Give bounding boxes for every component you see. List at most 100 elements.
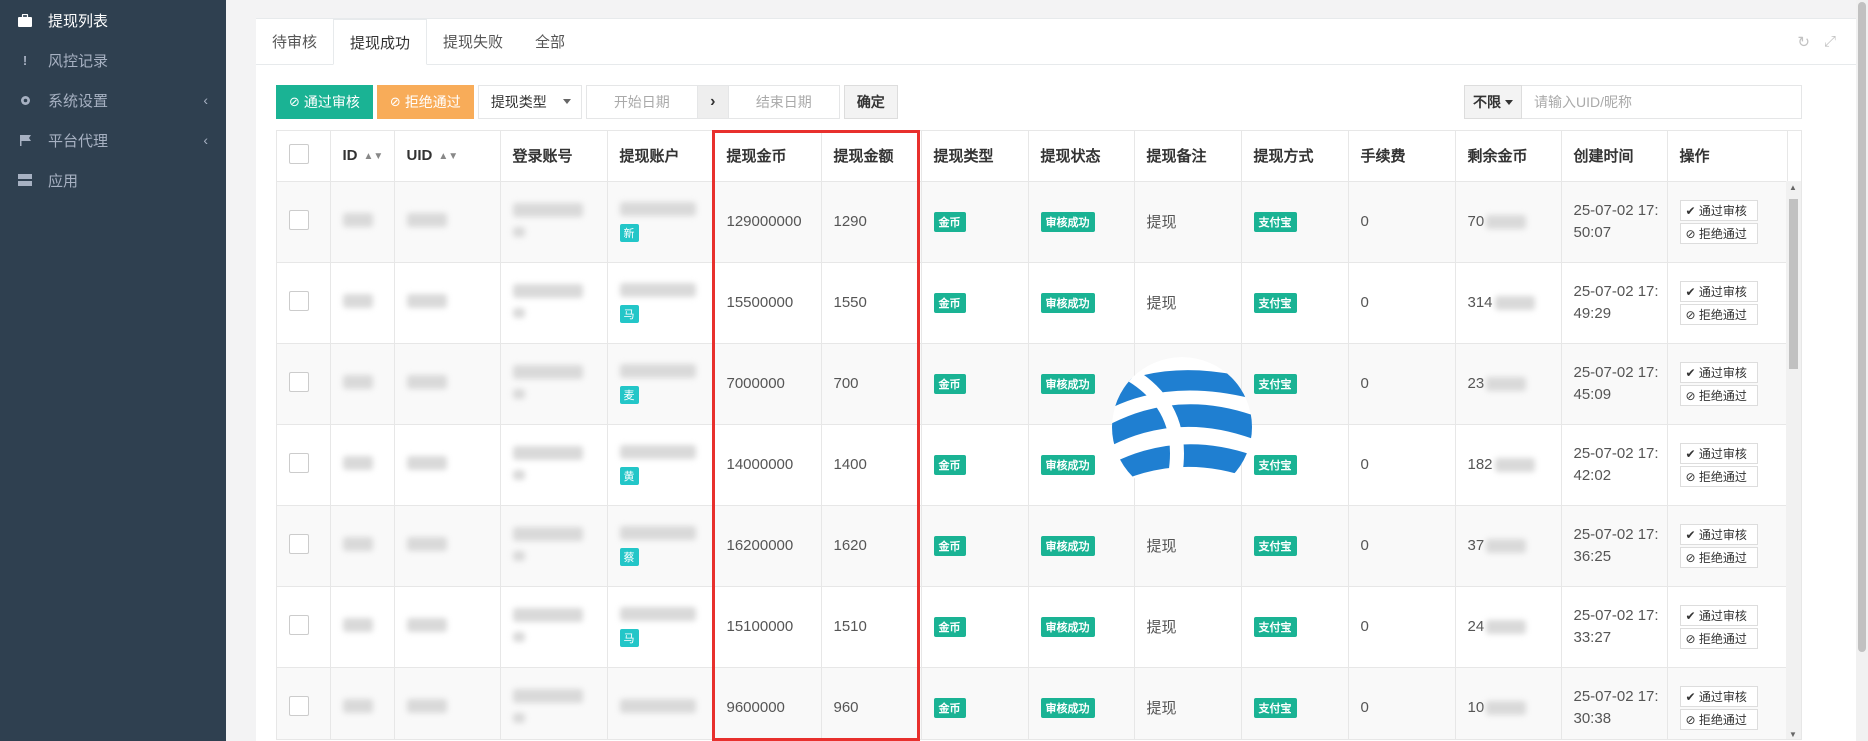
amount-cell: 700 bbox=[821, 343, 922, 425]
row-reject-button[interactable]: ⊘ 拒绝通过 bbox=[1679, 222, 1758, 244]
table-row[interactable]: 蔡 16200000 1620 金币 审核成功 提现 支付宝 0 37 25-0… bbox=[277, 505, 1788, 587]
created-cell: 25-07-02 17: 42:02 bbox=[1561, 424, 1668, 506]
col-note: 提现备注 bbox=[1134, 131, 1242, 182]
row-reject-button[interactable]: ⊘ 拒绝通过 bbox=[1679, 465, 1758, 487]
table-row[interactable]: 马 15100000 1510 金币 审核成功 提现 支付宝 0 24 25-0… bbox=[277, 586, 1788, 668]
sidebar-item-withdraw-list[interactable]: 提现列表 bbox=[0, 0, 226, 40]
tab-bar: 待审核 提现成功 提现失败 全部 ↻ ⤢ bbox=[256, 19, 1856, 65]
row-approve-button[interactable]: ✔ 通过审核 bbox=[1679, 685, 1758, 707]
row-approve-button[interactable]: ✔ 通过审核 bbox=[1679, 280, 1758, 302]
status-badge: 审核成功 bbox=[1040, 211, 1095, 232]
row-checkbox[interactable] bbox=[289, 452, 309, 473]
row-approve-button[interactable]: ✔ 通过审核 bbox=[1679, 523, 1758, 545]
remain-cell: 314 bbox=[1455, 262, 1562, 344]
col-account: 提现账户 bbox=[607, 131, 715, 182]
tab-pending[interactable]: 待审核 bbox=[256, 18, 333, 64]
type-cell: 金币 bbox=[921, 424, 1029, 506]
table-header-row: ID ▲▼ UID ▲▼ 登录账号 提现账户 提现金币 提现金额 提现类型 提现状态… bbox=[277, 131, 1788, 182]
table-row[interactable]: 马 15500000 1550 金币 审核成功 提现 支付宝 0 314 25-… bbox=[277, 262, 1788, 344]
refresh-icon[interactable]: ↻ bbox=[1797, 33, 1810, 51]
table-row[interactable]: 新 129000000 1290 金币 审核成功 提现 支付宝 0 70 25-… bbox=[277, 181, 1788, 263]
tab-success[interactable]: 提现成功 bbox=[333, 19, 428, 65]
row-select-cell bbox=[277, 667, 331, 739]
select-all-cell bbox=[277, 131, 331, 182]
page-scrollbar[interactable] bbox=[1856, 0, 1868, 741]
fee-cell: 0 bbox=[1348, 343, 1456, 425]
ban-icon: ⊘ bbox=[389, 94, 401, 109]
uid-cell bbox=[394, 343, 501, 425]
account-badge: 马 bbox=[619, 304, 639, 323]
row-approve-button[interactable]: ✔ 通过审核 bbox=[1679, 361, 1758, 383]
row-checkbox[interactable] bbox=[289, 695, 309, 716]
row-reject-button[interactable]: ⊘ 拒绝通过 bbox=[1679, 627, 1758, 649]
search-scope-dropdown[interactable]: 不限 bbox=[1464, 85, 1522, 119]
type-badge: 金币 bbox=[933, 373, 966, 394]
table-row[interactable]: 9600000 960 金币 审核成功 提现 支付宝 0 10 25-07-02… bbox=[277, 667, 1788, 739]
start-date-input[interactable]: 开始日期 bbox=[585, 85, 698, 119]
row-reject-button[interactable]: ⊘ 拒绝通过 bbox=[1679, 546, 1758, 568]
table-row[interactable]: 麦 7000000 700 金币 审核成功 提 支付宝 0 23 25-07-0… bbox=[277, 343, 1788, 425]
id-cell bbox=[330, 667, 395, 739]
row-checkbox[interactable] bbox=[289, 209, 309, 230]
uid-cell bbox=[394, 505, 501, 587]
row-checkbox[interactable] bbox=[289, 290, 309, 311]
col-actions: 操作 bbox=[1667, 131, 1788, 182]
remain-cell: 37 bbox=[1455, 505, 1562, 587]
page-scroll-thumb[interactable] bbox=[1858, 2, 1866, 652]
tab-all[interactable]: 全部 bbox=[519, 18, 581, 64]
coins-cell: 15100000 bbox=[714, 586, 822, 668]
confirm-button[interactable]: 确定 bbox=[843, 85, 898, 119]
row-reject-button[interactable]: ⊘ 拒绝通过 bbox=[1679, 303, 1758, 325]
account-badge: 黄 bbox=[619, 466, 639, 485]
type-badge: 金币 bbox=[933, 211, 966, 232]
col-id[interactable]: ID ▲▼ bbox=[330, 131, 395, 182]
sidebar-item-label: 平台代理 bbox=[48, 132, 109, 150]
end-date-input[interactable]: 结束日期 bbox=[727, 85, 840, 119]
status-badge: 审核成功 bbox=[1040, 697, 1095, 718]
row-checkbox[interactable] bbox=[289, 614, 309, 635]
row-reject-button[interactable]: ⊘ 拒绝通过 bbox=[1679, 384, 1758, 406]
account-badge: 麦 bbox=[619, 385, 639, 404]
fee-cell: 0 bbox=[1348, 586, 1456, 668]
fee-cell: 0 bbox=[1348, 262, 1456, 344]
col-fee: 手续费 bbox=[1348, 131, 1456, 182]
withdraw-type-select[interactable]: 提现类型 bbox=[477, 85, 582, 119]
approve-button[interactable]: ⊘ 通过审核 bbox=[276, 85, 373, 119]
row-checkbox[interactable] bbox=[289, 371, 309, 392]
login-cell bbox=[500, 505, 608, 587]
sidebar-item-platform-agent[interactable]: 平台代理 ‹ bbox=[0, 120, 226, 160]
row-reject-button[interactable]: ⊘ 拒绝通过 bbox=[1679, 708, 1758, 730]
type-badge: 金币 bbox=[933, 616, 966, 637]
remain-cell: 182 bbox=[1455, 424, 1562, 506]
toolbar: ⊘ 通过审核 ⊘ 拒绝通过 提现类型 开始日期 › 结束日期 确定 bbox=[276, 85, 898, 119]
scroll-thumb[interactable] bbox=[1789, 199, 1798, 369]
row-checkbox[interactable] bbox=[289, 533, 309, 554]
sidebar-item-risk-log[interactable]: ! 风控记录 bbox=[0, 40, 226, 80]
briefcase-icon bbox=[18, 13, 32, 27]
note-cell: 提 bbox=[1134, 424, 1242, 506]
row-approve-button[interactable]: ✔ 通过审核 bbox=[1679, 442, 1758, 464]
table-scrollbar[interactable]: ▲ ▼ bbox=[1786, 181, 1801, 739]
method-cell: 支付宝 bbox=[1241, 667, 1349, 739]
sidebar-item-apps[interactable]: 应用 bbox=[0, 160, 226, 200]
id-cell bbox=[330, 262, 395, 344]
scroll-down-icon[interactable]: ▼ bbox=[1789, 730, 1797, 739]
col-created: 创建时间 bbox=[1561, 131, 1668, 182]
sidebar-item-label: 提现列表 bbox=[48, 12, 109, 30]
reject-button[interactable]: ⊘ 拒绝通过 bbox=[376, 85, 474, 119]
table-row[interactable]: 黄 14000000 1400 金币 审核成功 提 支付宝 0 182 25-0… bbox=[277, 424, 1788, 506]
id-cell bbox=[330, 424, 395, 506]
fullscreen-icon[interactable]: ⤢ bbox=[1824, 33, 1836, 51]
col-uid[interactable]: UID ▲▼ bbox=[394, 131, 501, 182]
scroll-up-icon[interactable]: ▲ bbox=[1789, 183, 1797, 192]
row-approve-button[interactable]: ✔ 通过审核 bbox=[1679, 199, 1758, 221]
col-coins: 提现金币 bbox=[714, 131, 822, 182]
tab-failed[interactable]: 提现失败 bbox=[427, 18, 519, 64]
exclamation-icon: ! bbox=[22, 52, 28, 68]
account-cell: 黄 bbox=[607, 424, 715, 506]
row-approve-button[interactable]: ✔ 通过审核 bbox=[1679, 604, 1758, 626]
caret-down-icon bbox=[1505, 99, 1513, 105]
search-input[interactable]: 请输入UID/昵称 bbox=[1522, 85, 1802, 119]
select-all-checkbox[interactable] bbox=[289, 143, 309, 164]
sidebar-item-system-settings[interactable]: 系统设置 ‹ bbox=[0, 80, 226, 120]
